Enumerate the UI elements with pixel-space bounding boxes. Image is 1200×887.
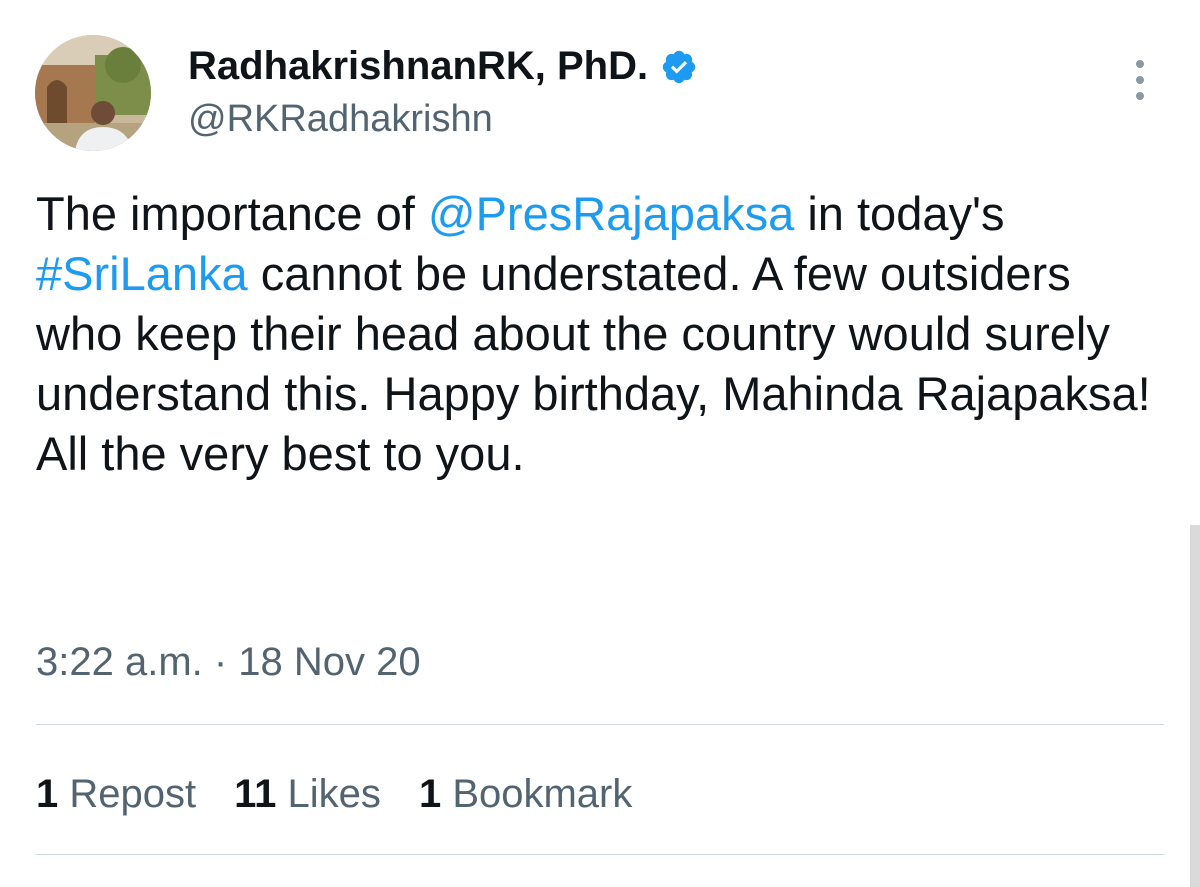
- likes-count: 11: [234, 772, 277, 816]
- divider: [36, 724, 1164, 725]
- tweet-timestamp[interactable]: 3:22 a.m. · 18 Nov 20: [36, 636, 421, 688]
- more-vertical-icon[interactable]: [1124, 60, 1156, 104]
- reposts-count: 1: [36, 772, 59, 816]
- author-display-name-row[interactable]: RadhakrishnanRK, PhD.: [188, 40, 698, 92]
- likes-stat[interactable]: 11 Likes: [234, 766, 381, 822]
- bookmarks-stat[interactable]: 1 Bookmark: [419, 766, 632, 822]
- hashtag-link[interactable]: #SriLanka: [36, 247, 248, 300]
- avatar-photo: [35, 35, 151, 151]
- tweet-text-segment: in today's: [794, 187, 1005, 240]
- tweet-text-segment: The importance of: [36, 187, 428, 240]
- author-handle[interactable]: @RKRadhakrishn: [188, 94, 493, 144]
- reposts-label: Repost: [69, 772, 197, 816]
- divider: [36, 854, 1164, 855]
- avatar[interactable]: [35, 35, 151, 151]
- verified-badge-icon[interactable]: [660, 47, 698, 85]
- bookmarks-count: 1: [418, 772, 442, 816]
- mention-link[interactable]: @PresRajapaksa: [428, 187, 794, 240]
- tweet-text: The importance of @PresRajapaksa in toda…: [36, 184, 1166, 484]
- author-display-name[interactable]: RadhakrishnanRK, PhD.: [188, 40, 648, 92]
- reposts-stat[interactable]: 1 Repost: [36, 766, 196, 822]
- tweet-stats: 1 Repost 11 Likes 1 Bookmark: [36, 766, 670, 822]
- bookmarks-label: Bookmark: [452, 772, 633, 816]
- likes-label: Likes: [287, 772, 381, 816]
- scrollbar[interactable]: [1190, 525, 1200, 887]
